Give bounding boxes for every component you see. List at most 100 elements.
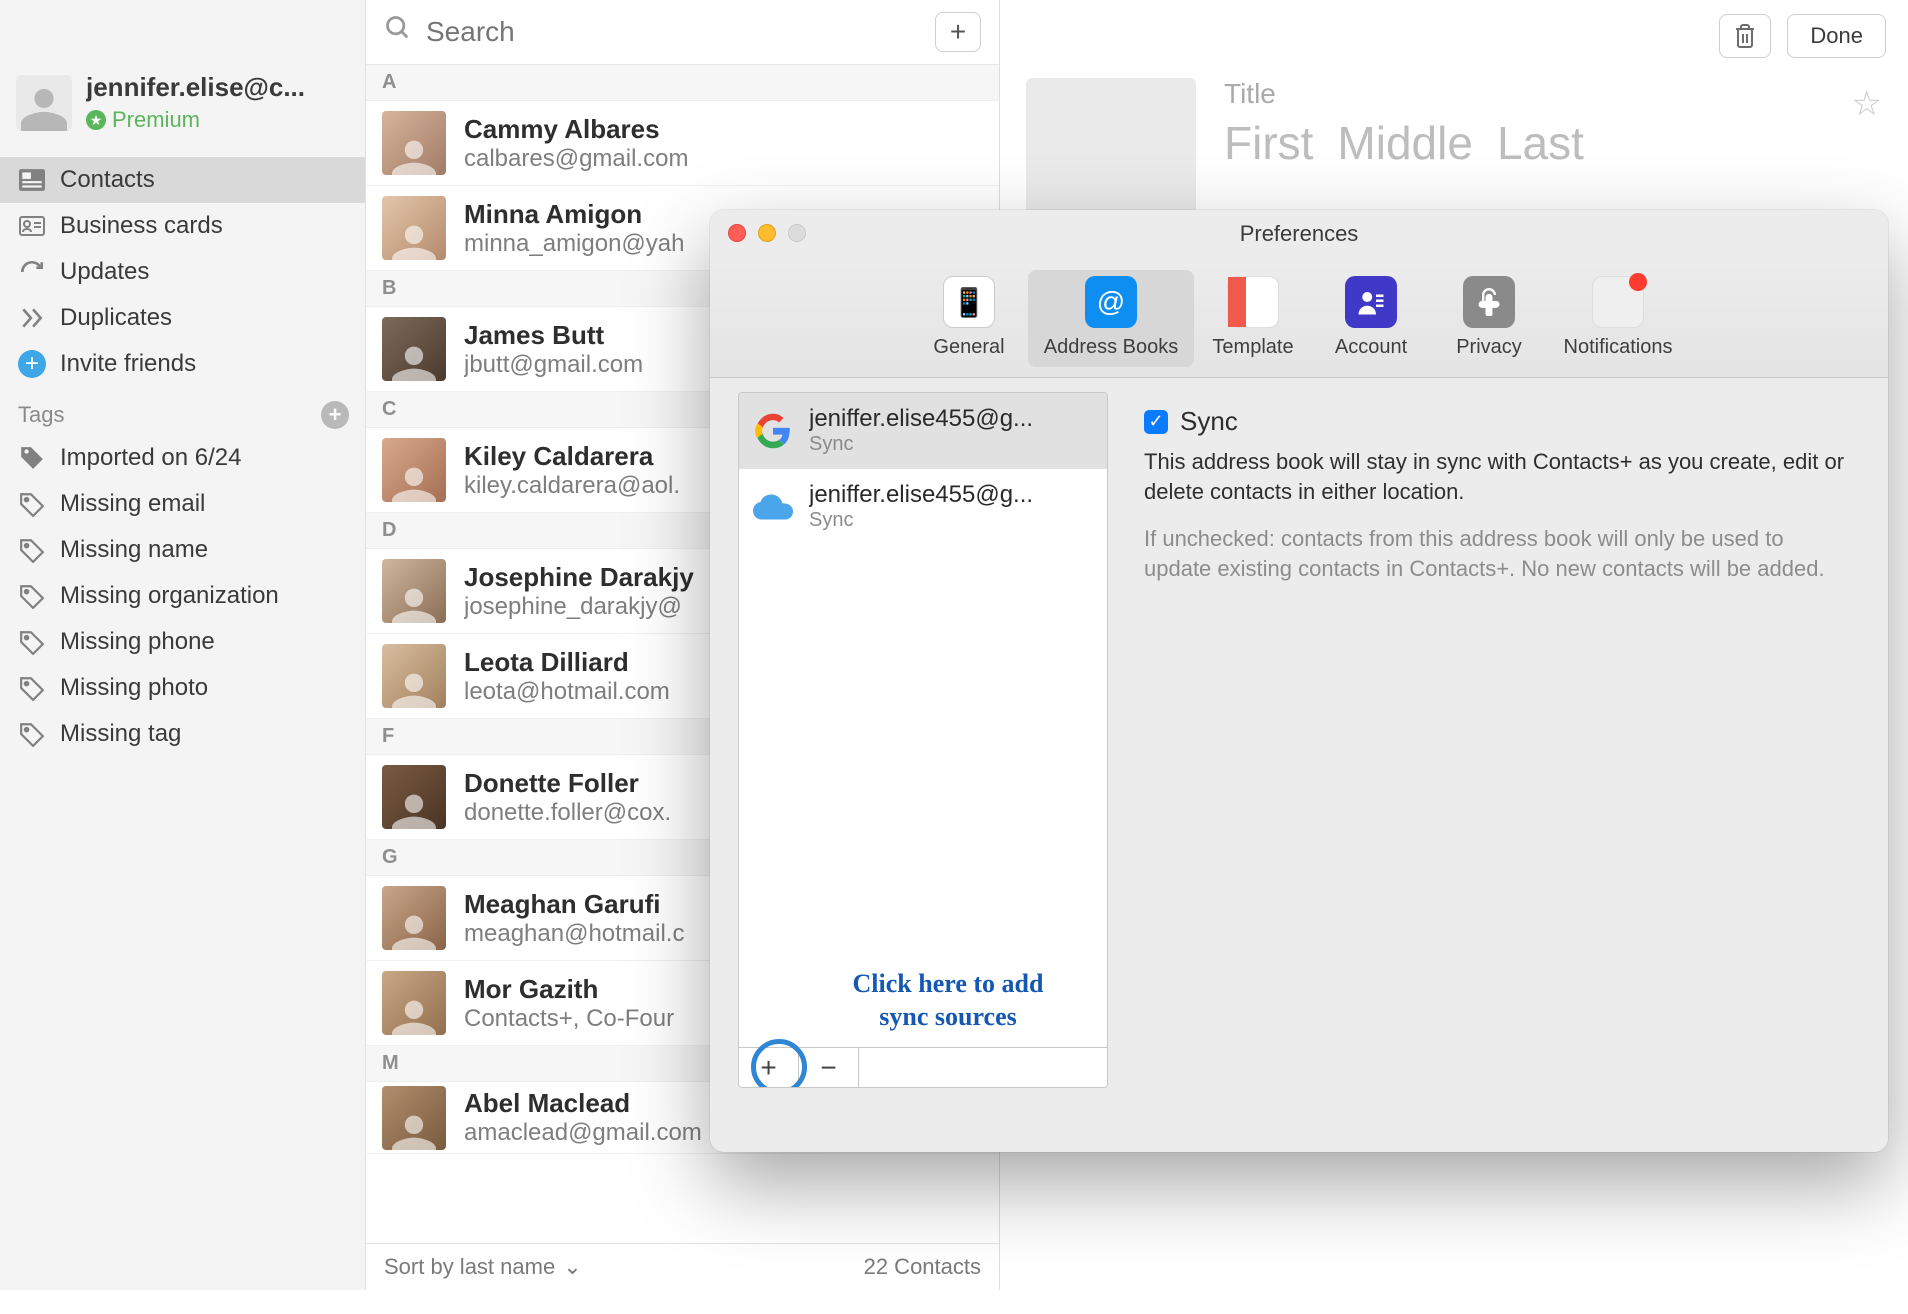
contact-email: meaghan@hotmail.c <box>464 920 684 948</box>
tag-item[interactable]: Imported on 6/24 <box>0 435 365 481</box>
tag-icon <box>18 444 46 472</box>
contact-name: Mor Gazith <box>464 974 674 1005</box>
sync-label: Sync <box>1180 406 1238 437</box>
tag-item[interactable]: Missing tag <box>0 711 365 757</box>
nav-label: Duplicates <box>60 304 172 332</box>
nav-item-invite-friends[interactable]: + Invite friends <box>0 341 365 387</box>
prefs-tab-label: Address Books <box>1044 336 1179 359</box>
tag-icon <box>18 582 46 610</box>
address-book-sub: Sync <box>809 433 1033 456</box>
sync-checkbox-row[interactable]: ✓ Sync <box>1144 406 1848 437</box>
preferences-window: Preferences 📱 General @ Address Books Te… <box>710 210 1888 1152</box>
contact-name: Minna Amigon <box>464 199 685 230</box>
account-email: jennifer.elise@c... <box>86 72 349 103</box>
prefs-tab-account[interactable]: Account <box>1312 270 1430 367</box>
trash-button[interactable] <box>1719 14 1771 58</box>
sort-label: Sort by last name <box>384 1254 555 1280</box>
contact-email: josephine_darakjy@ <box>464 593 694 621</box>
middle-name-field[interactable]: Middle <box>1337 116 1473 170</box>
address-book-sub: Sync <box>809 509 1033 532</box>
first-name-field[interactable]: First <box>1224 116 1313 170</box>
contact-name: Abel Maclead <box>464 1088 702 1119</box>
contact-name: Kiley Caldarera <box>464 441 680 472</box>
preferences-title: Preferences <box>1240 221 1359 247</box>
nav-item-updates[interactable]: Updates <box>0 249 365 295</box>
prefs-tab-privacy[interactable]: Privacy <box>1430 270 1548 367</box>
last-name-field[interactable]: Last <box>1497 116 1584 170</box>
contact-avatar <box>382 559 446 623</box>
prefs-tab-general[interactable]: 📱 General <box>910 270 1028 367</box>
nav-item-contacts[interactable]: Contacts <box>0 157 365 203</box>
remove-address-book-button[interactable]: − <box>799 1048 859 1087</box>
title-field[interactable]: Title <box>1224 78 1824 110</box>
contact-email: donette.foller@cox. <box>464 799 671 827</box>
tags-list: Imported on 6/24 Missing email Missing n… <box>0 435 365 757</box>
nav-item-business-cards[interactable]: Business cards <box>0 203 365 249</box>
contact-email: jbutt@gmail.com <box>464 351 643 379</box>
nav-item-duplicates[interactable]: Duplicates <box>0 295 365 341</box>
tag-icon <box>18 490 46 518</box>
nav-section: Contacts Business cards Updates Duplicat… <box>0 157 365 387</box>
sort-selector[interactable]: Sort by last name ⌄ <box>384 1254 582 1280</box>
tag-label: Missing photo <box>60 674 208 702</box>
window-close-button[interactable] <box>728 224 746 242</box>
done-button[interactable]: Done <box>1787 14 1886 58</box>
address-books-right: ✓ Sync This address book will stay in sy… <box>1108 380 1888 1152</box>
preferences-body: jeniffer.elise455@g... Sync jeniffer.eli… <box>710 380 1888 1152</box>
contact-avatar <box>382 886 446 950</box>
tag-item[interactable]: Missing photo <box>0 665 365 711</box>
letter-header: A <box>366 65 999 101</box>
icloud-logo-icon <box>753 487 793 527</box>
contact-email: calbares@gmail.com <box>464 145 688 173</box>
general-icon: 📱 <box>943 276 995 328</box>
tag-item[interactable]: Missing name <box>0 527 365 573</box>
search-bar: + <box>366 0 999 65</box>
chevron-down-icon: ⌄ <box>563 1254 581 1280</box>
preferences-tabs: 📱 General @ Address Books Template Accou… <box>710 258 1888 378</box>
prefs-tab-label: Notifications <box>1564 336 1673 359</box>
contact-name: Josephine Darakjy <box>464 562 694 593</box>
prefs-tab-label: General <box>933 336 1004 359</box>
window-zoom-button[interactable] <box>788 224 806 242</box>
duplicates-icon <box>18 304 46 332</box>
tags-header-label: Tags <box>18 402 64 428</box>
contacts-icon <box>18 166 46 194</box>
tag-item[interactable]: Missing phone <box>0 619 365 665</box>
tag-label: Missing email <box>60 490 205 518</box>
address-book-item[interactable]: jeniffer.elise455@g... Sync <box>739 469 1107 545</box>
add-contact-button[interactable]: + <box>935 12 981 52</box>
favorite-star-button[interactable]: ☆ <box>1852 84 1882 124</box>
tag-icon <box>18 720 46 748</box>
search-icon <box>384 14 412 50</box>
account-icon <box>1345 276 1397 328</box>
preferences-traffic-lights <box>728 224 806 242</box>
sync-checkbox[interactable]: ✓ <box>1144 410 1168 434</box>
contact-email: Contacts+, Co-Four <box>464 1005 674 1033</box>
prefs-tab-notifications[interactable]: Notifications <box>1548 270 1688 367</box>
contact-name: Cammy Albares <box>464 114 688 145</box>
search-input[interactable] <box>426 16 921 48</box>
google-logo-icon <box>753 411 793 451</box>
sync-unchecked-description: If unchecked: contacts from this address… <box>1144 524 1848 585</box>
contact-avatar <box>382 317 446 381</box>
address-books-list: jeniffer.elise455@g... Sync jeniffer.eli… <box>738 392 1108 1088</box>
prefs-tab-address-books[interactable]: @ Address Books <box>1028 270 1194 367</box>
window-minimize-button[interactable] <box>758 224 776 242</box>
contact-avatar <box>382 765 446 829</box>
address-books-left: jeniffer.elise455@g... Sync jeniffer.eli… <box>710 380 1108 1152</box>
address-book-item[interactable]: jeniffer.elise455@g... Sync <box>739 393 1107 469</box>
contact-name: Leota Dilliard <box>464 647 670 678</box>
tag-item[interactable]: Missing email <box>0 481 365 527</box>
add-tag-button[interactable]: + <box>321 401 349 429</box>
tag-item[interactable]: Missing organization <box>0 573 365 619</box>
add-address-book-button[interactable]: + <box>739 1048 799 1087</box>
account-row[interactable]: jennifer.elise@c... ★ Premium <box>0 60 365 139</box>
prefs-tab-template[interactable]: Template <box>1194 270 1312 367</box>
sync-description: This address book will stay in sync with… <box>1144 447 1848 508</box>
contact-count-label: 22 Contacts <box>864 1254 981 1280</box>
account-avatar-placeholder <box>16 75 72 131</box>
prefs-tab-label: Template <box>1212 336 1293 359</box>
contact-email: amaclead@gmail.com <box>464 1119 702 1147</box>
contact-row[interactable]: Cammy Albarescalbares@gmail.com <box>366 101 999 186</box>
contact-avatar <box>382 111 446 175</box>
